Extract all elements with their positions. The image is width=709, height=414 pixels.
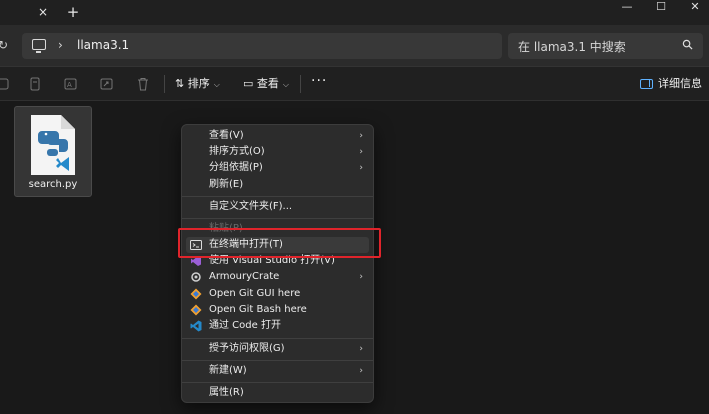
menu-item-view[interactable]: 查看(V) › xyxy=(186,128,369,144)
refresh-icon[interactable]: ↻ xyxy=(0,38,8,52)
file-name-label: search.py xyxy=(28,179,78,190)
menu-item-open-git-bash[interactable]: Open Git Bash here xyxy=(186,302,369,318)
breadcrumb-separator-icon: › xyxy=(58,38,63,52)
sort-button[interactable]: ⇅ 排序 ⌵ xyxy=(175,75,220,93)
menu-item-open-with-code[interactable]: 通过 Code 打开 xyxy=(186,318,369,334)
menu-item-label: 属性(R) xyxy=(209,387,244,398)
git-icon xyxy=(190,288,202,300)
menu-item-sort-by[interactable]: 排序方式(O) › xyxy=(186,144,369,160)
menu-item-label: 排序方式(O) xyxy=(209,146,265,157)
menu-item-label: Open Git Bash here xyxy=(209,304,307,315)
delete-icon[interactable] xyxy=(135,76,151,92)
new-icon[interactable] xyxy=(0,76,12,92)
maximize-button[interactable]: ☐ xyxy=(644,0,678,18)
breadcrumb-folder[interactable]: llama3.1 xyxy=(77,38,129,52)
menu-item-label: 新建(W) xyxy=(209,365,247,376)
svg-text:A: A xyxy=(67,81,72,89)
menu-divider xyxy=(182,382,373,383)
command-bar: A ⇅ 排序 ⌵ ▭ 查看 ⌵ ··· 详细信息 xyxy=(0,67,709,101)
view-icon: ▭ xyxy=(243,77,257,90)
chevron-right-icon: › xyxy=(359,131,363,141)
python-file-icon xyxy=(31,115,75,175)
menu-item-label: 自定义文件夹(F)... xyxy=(209,201,293,212)
chevron-right-icon: › xyxy=(359,272,363,282)
menu-divider xyxy=(182,338,373,339)
search-input[interactable]: 在 llama3.1 中搜索 xyxy=(518,38,626,55)
divider xyxy=(300,75,301,93)
menu-item-group-by[interactable]: 分组依据(P) › xyxy=(186,160,369,176)
chevron-down-icon: ⌵ xyxy=(282,80,289,89)
menu-item-open-git-gui[interactable]: Open Git GUI here xyxy=(186,286,369,302)
menu-item-label: 分组依据(P) xyxy=(209,162,263,173)
search-box[interactable]: 在 llama3.1 中搜索 xyxy=(508,33,703,59)
chevron-right-icon: › xyxy=(359,163,363,173)
search-icon xyxy=(682,39,693,50)
armoury-crate-icon xyxy=(191,272,201,282)
menu-item-label: 刷新(E) xyxy=(209,179,244,190)
tab-close-icon[interactable]: × xyxy=(36,5,50,19)
highlight-annotation-box xyxy=(178,228,381,258)
chevron-down-icon: ⌵ xyxy=(213,80,220,89)
address-row: ↻ › llama3.1 在 llama3.1 中搜索 xyxy=(0,25,709,67)
menu-item-new[interactable]: 新建(W) › xyxy=(186,363,369,379)
details-label: 详细信息 xyxy=(658,77,702,90)
menu-item-refresh[interactable]: 刷新(E) xyxy=(186,177,369,193)
menu-divider xyxy=(182,196,373,197)
address-bar[interactable]: › llama3.1 xyxy=(22,33,502,59)
menu-item-give-access[interactable]: 授予访问权限(G) › xyxy=(186,341,369,357)
chevron-right-icon: › xyxy=(359,147,363,157)
chevron-right-icon: › xyxy=(359,344,363,354)
copy-icon[interactable]: A xyxy=(63,76,79,92)
menu-item-properties[interactable]: 属性(R) xyxy=(186,385,369,401)
view-label: 查看 xyxy=(256,77,279,90)
menu-item-label: 授予访问权限(G) xyxy=(209,343,285,354)
sort-icon: ⇅ xyxy=(175,77,188,90)
divider xyxy=(164,75,165,93)
menu-divider xyxy=(182,218,373,219)
file-item[interactable]: search.py xyxy=(14,106,92,197)
vscode-icon xyxy=(190,320,202,332)
computer-icon xyxy=(32,39,46,53)
git-icon xyxy=(190,304,202,316)
details-pane-icon xyxy=(640,79,653,89)
more-options-button[interactable]: ··· xyxy=(311,73,327,89)
close-window-button[interactable]: ✕ xyxy=(678,0,709,18)
menu-item-customize-folder[interactable]: 自定义文件夹(F)... xyxy=(186,199,369,215)
details-pane-button[interactable]: 详细信息 xyxy=(640,75,702,93)
title-bar: × + — ☐ ✕ xyxy=(0,0,709,25)
sort-label: 排序 xyxy=(187,77,210,90)
menu-item-label: Open Git GUI here xyxy=(209,288,301,299)
menu-item-label: 查看(V) xyxy=(209,130,244,141)
new-tab-button[interactable]: + xyxy=(66,4,80,20)
minimize-button[interactable]: — xyxy=(610,0,644,18)
cut-icon[interactable] xyxy=(27,76,43,92)
menu-item-label: 通过 Code 打开 xyxy=(209,320,281,331)
share-icon[interactable] xyxy=(99,76,115,92)
menu-item-armoury-crate[interactable]: ArmouryCrate › xyxy=(186,269,369,285)
context-menu: 查看(V) › 排序方式(O) › 分组依据(P) › 刷新(E) 自定义文件夹… xyxy=(181,124,374,403)
menu-divider xyxy=(182,360,373,361)
menu-item-label: ArmouryCrate xyxy=(209,271,280,282)
view-button[interactable]: ▭ 查看 ⌵ xyxy=(243,75,289,93)
chevron-right-icon: › xyxy=(359,366,363,376)
